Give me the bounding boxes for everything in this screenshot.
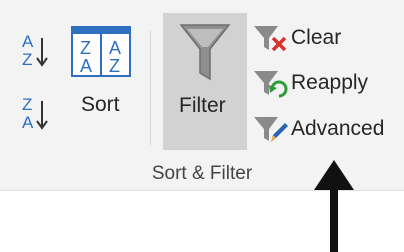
sort-za-top-letter: Z xyxy=(22,95,32,114)
sort-grid-letter-3: A xyxy=(80,56,92,76)
sort-az-bottom-letter: Z xyxy=(22,50,32,69)
sort-grid-letter-4: Z xyxy=(109,56,120,76)
clear-filter-button[interactable]: Clear xyxy=(253,22,383,54)
filter-button[interactable]: Filter xyxy=(163,13,247,150)
reapply-filter-button[interactable]: Reapply xyxy=(253,66,393,100)
funnel-icon xyxy=(179,24,231,81)
reapply-label: Reapply xyxy=(291,71,369,94)
sort-grid-letter-1: Z xyxy=(80,38,91,58)
advanced-filter-icon xyxy=(254,117,288,142)
clear-filter-icon xyxy=(254,26,287,52)
sort-descending-icon: Z A xyxy=(22,95,48,132)
sort-grid-letter-2: A xyxy=(109,38,121,58)
sort-label: Sort xyxy=(81,93,120,116)
sort-ascending-icon: A Z xyxy=(22,32,48,69)
annotation-arrow-shaft xyxy=(330,178,338,252)
sort-za-bottom-letter: A xyxy=(22,113,34,132)
clear-label: Clear xyxy=(291,26,342,49)
advanced-label: Advanced xyxy=(291,117,385,140)
group-separator xyxy=(150,30,151,145)
sort-z-to-a-button[interactable]: Z A xyxy=(20,93,54,133)
advanced-filter-button[interactable]: Advanced xyxy=(253,112,401,146)
sort-dialog-icon: Z A A Z xyxy=(71,26,131,77)
sort-a-to-z-button[interactable]: A Z xyxy=(20,30,54,70)
reapply-filter-icon xyxy=(254,71,288,98)
filter-label: Filter xyxy=(179,94,226,117)
sort-az-top-letter: A xyxy=(22,32,34,51)
sort-dialog-button[interactable]: Z A A Z Sort xyxy=(68,22,134,130)
